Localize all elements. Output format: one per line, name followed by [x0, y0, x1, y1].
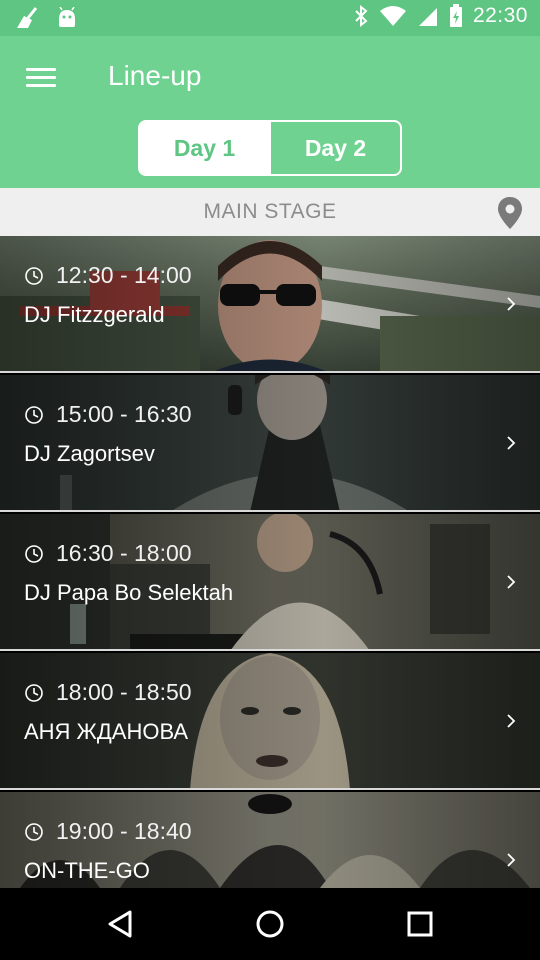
- clock-icon: [25, 405, 43, 424]
- chevron-right-icon: [507, 575, 516, 589]
- artist-name: DJ Fitzzgerald: [24, 302, 165, 327]
- lineup-list: 12:30 - 14:00 DJ Fitzzgerald 15:00 - 16:…: [0, 236, 540, 888]
- set-time: 19:00 - 18:40: [56, 818, 192, 844]
- lineup-item[interactable]: 18:00 - 18:50 АНЯ ЖДАНОВА: [0, 653, 540, 790]
- status-bar: 22:30: [0, 0, 540, 36]
- set-time: 16:30 - 18:00: [56, 540, 192, 566]
- status-time: 22:30: [472, 4, 528, 27]
- hamburger-menu-icon[interactable]: [24, 64, 60, 92]
- artist-name: DJ Zagortsev: [24, 441, 155, 466]
- artist-name: DJ Papa Bo Selektah: [24, 580, 234, 605]
- lineup-item[interactable]: 19:00 - 18:40 ON-THE-GO: [0, 792, 540, 888]
- lineup-item[interactable]: 16:30 - 18:00 DJ Papa Bo Selektah: [0, 514, 540, 651]
- chevron-right-icon: [507, 714, 516, 728]
- page-title: Line-up: [108, 60, 202, 91]
- bluetooth-icon: [355, 4, 368, 28]
- artist-name: АНЯ ЖДАНОВА: [24, 719, 189, 744]
- location-pin-icon[interactable]: [496, 196, 524, 230]
- recents-icon[interactable]: [398, 902, 442, 946]
- android-icon: [59, 7, 75, 27]
- battery-icon: [449, 4, 462, 27]
- set-time: 18:00 - 18:50: [56, 679, 192, 705]
- chevron-right-icon: [507, 297, 516, 311]
- tab-day-2[interactable]: Day 2: [269, 122, 400, 174]
- lineup-item[interactable]: 15:00 - 16:30 DJ Zagortsev: [0, 375, 540, 512]
- clock-icon: [25, 266, 43, 285]
- signal-icon: [418, 8, 437, 26]
- tab-day-1[interactable]: Day 1: [140, 122, 269, 174]
- stage-name: MAIN STAGE: [203, 200, 337, 223]
- system-nav-bar: [0, 888, 540, 960]
- wifi-icon: [379, 6, 406, 26]
- home-icon[interactable]: [248, 902, 292, 946]
- set-time: 12:30 - 14:00: [56, 262, 192, 288]
- day-selector: Day 1 Day 2: [138, 120, 402, 176]
- chevron-right-icon: [507, 853, 516, 867]
- clock-icon: [25, 544, 43, 563]
- chevron-right-icon: [507, 436, 516, 450]
- broom-icon: [17, 7, 38, 28]
- app-bar: Line-up Day 1 Day 2: [0, 36, 540, 188]
- clock-icon: [25, 822, 43, 841]
- artist-name: ON-THE-GO: [24, 858, 150, 883]
- back-icon[interactable]: [98, 902, 142, 946]
- lineup-item[interactable]: 12:30 - 14:00 DJ Fitzzgerald: [0, 236, 540, 373]
- stage-header: MAIN STAGE: [0, 188, 540, 236]
- clock-icon: [25, 683, 43, 702]
- set-time: 15:00 - 16:30: [56, 401, 192, 427]
